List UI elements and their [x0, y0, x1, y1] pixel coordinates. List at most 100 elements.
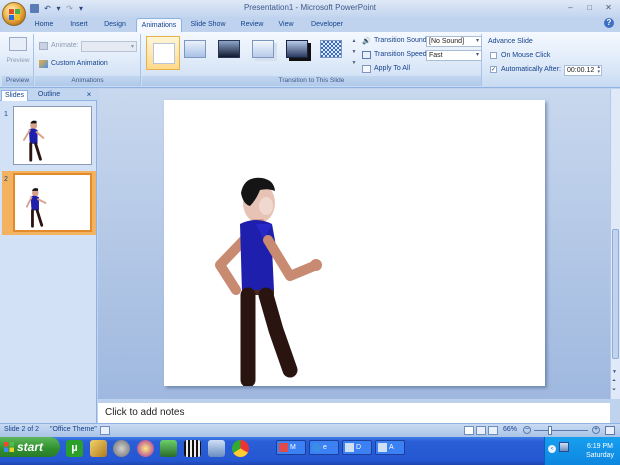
start-button[interactable]: start — [0, 437, 60, 457]
slide-show-icon[interactable] — [488, 426, 498, 435]
prev-slide-icon[interactable]: ⏶ — [612, 378, 616, 384]
transition-fade-black-option[interactable] — [218, 40, 244, 66]
tab-home[interactable]: Home — [30, 18, 58, 32]
preview-icon — [9, 37, 27, 51]
chrome-icon[interactable] — [232, 440, 249, 457]
transition-preview-icon — [153, 43, 175, 64]
figure-thumbnail-2 — [25, 188, 47, 228]
transition-sound-select[interactable]: [No Sound] ▾ — [426, 36, 482, 47]
taskbar-item[interactable]: e — [309, 440, 339, 455]
transition-cut-black-option[interactable] — [286, 40, 312, 66]
animate-row: Animate: ▾ — [39, 41, 139, 52]
messenger-icon[interactable] — [137, 440, 154, 457]
custom-animation-button[interactable]: Custom Animation — [39, 59, 139, 70]
transition-speed-label: Transition Speed: — [374, 51, 429, 58]
office-button[interactable] — [2, 2, 26, 26]
transition-fade-option[interactable] — [184, 40, 210, 66]
advance-slide-heading: Advance Slide — [488, 38, 533, 45]
transition-dissolve-option[interactable] — [320, 40, 346, 66]
gallery-up-icon[interactable]: ▲ — [350, 36, 358, 47]
start-label: start — [17, 440, 44, 454]
compass-icon[interactable] — [113, 440, 130, 457]
figure-thumbnail-1 — [23, 120, 45, 162]
slide-counter: Slide 2 of 2 — [4, 426, 40, 433]
gallery-more-icon[interactable]: ▼ — [350, 58, 358, 69]
auto-after-input[interactable]: 00:00.12 ▴ ▾ — [564, 65, 602, 76]
transition-preview-icon — [286, 40, 308, 58]
task-app-icon — [279, 443, 288, 452]
network-icon[interactable] — [559, 442, 569, 452]
spelling-icon[interactable] — [100, 426, 110, 435]
next-slide-icon[interactable]: ⏷ — [612, 387, 616, 393]
transition-preview-icon — [320, 40, 342, 58]
apply-to-all-button[interactable]: Apply To All — [360, 64, 420, 75]
tab-review[interactable]: Review — [236, 18, 268, 32]
animations-group-label: Animations — [35, 76, 140, 86]
slide-sorter-icon[interactable] — [476, 426, 486, 435]
transition-cut-option[interactable] — [252, 40, 278, 66]
clapperboard-icon[interactable] — [184, 440, 201, 457]
zoom-slider-handle[interactable] — [548, 426, 552, 435]
gallery-down-icon[interactable]: ▼ — [350, 47, 358, 58]
pen-tool-icon[interactable] — [90, 440, 107, 457]
slide-thumbnail-1[interactable] — [13, 106, 92, 165]
custom-animation-label: Custom Animation — [51, 60, 108, 67]
transition-speed-row: Transition Speed: Fast ▾ — [360, 50, 484, 61]
on-mouse-click-checkbox[interactable] — [490, 52, 497, 59]
animate-label: Animate: — [51, 42, 79, 49]
taskbar-item[interactable]: A — [375, 440, 405, 455]
stick-figure-drawing[interactable] — [164, 100, 545, 386]
zoom-out-icon[interactable]: − — [523, 426, 531, 434]
task-label: M — [290, 444, 296, 451]
task-app-icon — [345, 443, 354, 452]
current-slide[interactable] — [164, 100, 545, 386]
zoom-slider[interactable] — [534, 430, 588, 431]
zoom-level[interactable]: 66% — [503, 426, 517, 433]
spinner-icon[interactable]: ▴ ▾ — [597, 65, 600, 75]
tab-design[interactable]: Design — [99, 18, 131, 32]
taskbar-item[interactable]: M — [276, 440, 306, 455]
sound-icon: 🔊 — [362, 38, 371, 45]
transition-none-option[interactable] — [146, 36, 180, 70]
zoom-in-icon[interactable]: + — [592, 426, 600, 434]
tab-view[interactable]: View — [273, 18, 299, 32]
custom-animation-icon — [39, 60, 48, 68]
auto-after-checkbox[interactable]: ✓ — [490, 66, 497, 73]
vertical-scrollbar[interactable]: ▼ ⏶ ⏷ — [610, 89, 620, 399]
transition-speed-select[interactable]: Fast ▾ — [426, 50, 482, 61]
fit-to-window-icon[interactable] — [605, 426, 615, 435]
animate-dropdown[interactable]: ▾ — [81, 41, 137, 52]
scrollbar-thumb[interactable] — [612, 229, 619, 359]
tab-outline[interactable]: Outline — [33, 90, 65, 101]
windows-flag-icon — [4, 442, 14, 452]
chevron-down-icon: ▾ — [130, 44, 134, 50]
animations-group: Animate: ▾ Custom Animation Animations — [35, 34, 141, 86]
clock[interactable]: 6:19 PM Saturday — [586, 442, 614, 460]
slide-thumbnail-2[interactable] — [13, 173, 92, 232]
tab-animations[interactable]: Animations — [136, 18, 182, 32]
notes-pane[interactable]: Click to add notes — [98, 400, 610, 423]
apply-all-icon — [362, 65, 371, 73]
preview-button[interactable]: Preview — [6, 37, 30, 71]
tab-developer[interactable]: Developer — [305, 18, 349, 32]
taskbar-item[interactable]: D — [342, 440, 372, 455]
download-icon[interactable] — [160, 440, 177, 457]
help-icon[interactable]: ? — [604, 18, 614, 28]
advance-slide-group: Advance Slide On Mouse Click ✓ Automatic… — [484, 34, 618, 86]
window-icon[interactable] — [208, 440, 225, 457]
close-pane-icon[interactable]: × — [84, 90, 94, 101]
tab-slides[interactable]: Slides — [1, 90, 28, 101]
on-mouse-click-option[interactable]: On Mouse Click — [488, 51, 578, 61]
normal-view-icon[interactable] — [464, 426, 474, 435]
minimize-icon[interactable]: – — [562, 2, 579, 15]
slide-number-2: 2 — [4, 176, 8, 183]
tray-expand-icon[interactable]: ‹ — [548, 445, 556, 453]
transition-preview-icon — [184, 40, 206, 58]
scroll-down-icon[interactable]: ▼ — [612, 369, 617, 375]
utorrent-icon[interactable]: µ — [66, 440, 83, 457]
maximize-icon[interactable]: □ — [581, 2, 598, 15]
notes-placeholder[interactable]: Click to add notes — [105, 407, 185, 418]
tab-insert[interactable]: Insert — [63, 18, 95, 32]
tab-slide-show[interactable]: Slide Show — [186, 18, 230, 32]
close-icon[interactable]: ✕ — [600, 2, 617, 15]
